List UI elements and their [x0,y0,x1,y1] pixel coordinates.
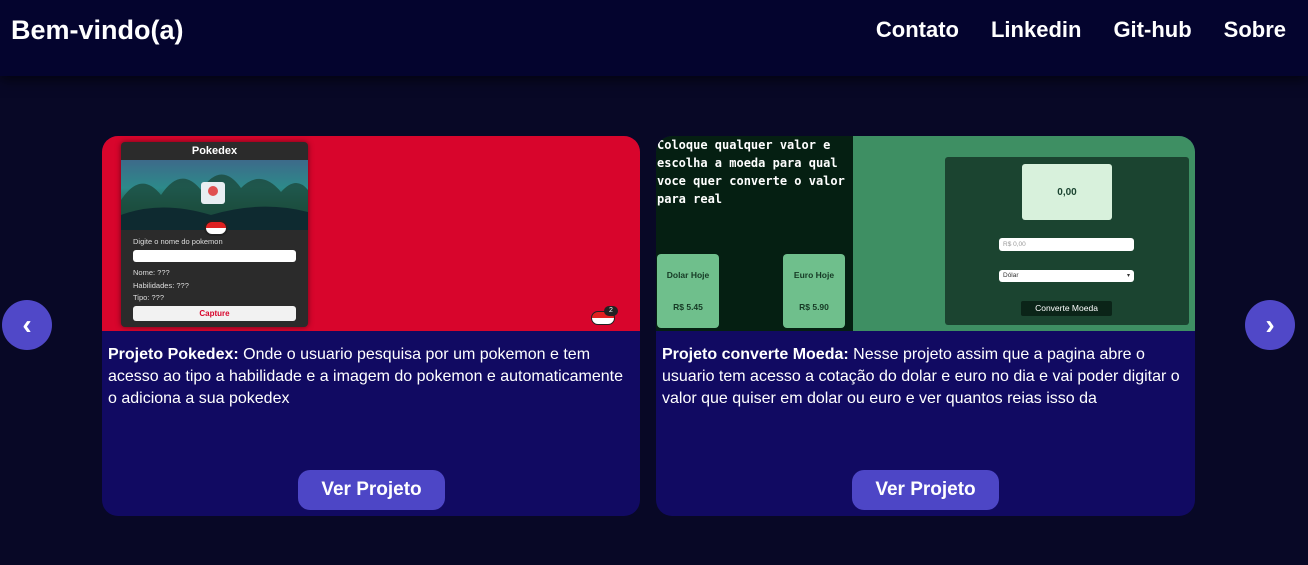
project-description: Projeto Pokedex: Onde o usuario pesquisa… [108,344,632,410]
convert-button-preview: Converte Moeda [1021,301,1112,316]
project-description: Projeto converte Moeda: Nesse projeto as… [662,344,1187,410]
amount-input-preview: R$ 0,00 [999,238,1134,251]
main-nav: Contato Linkedin Git-hub Sobre [876,17,1286,43]
euro-rate-value: R$ 5.90 [799,302,829,312]
project-title: Projeto Pokedex: [108,346,239,363]
project-thumbnail-moeda: Coloque qualquer valor e escolha a moeda… [656,136,1195,331]
converted-result: 0,00 [1022,164,1112,220]
project-card-pokedex: Pokedex Digite o nome do pokemon Nome: ?… [102,136,640,516]
euro-rate-label: Euro Hoje [793,270,835,280]
currency-select-preview: Dólar ▾ [999,270,1134,282]
nav-sobre[interactable]: Sobre [1224,17,1286,43]
pokemon-name-input [133,250,296,262]
dolar-rate-card: Dolar Hoje R$ 5.45 [657,254,719,328]
pokemon-habilidades-label: Habilidades: ??? [133,281,189,290]
nav-contato[interactable]: Contato [876,17,959,43]
dolar-rate-value: R$ 5.45 [673,302,703,312]
ver-projeto-button[interactable]: Ver Projeto [852,470,999,510]
pokedex-count-badge: 2 [591,306,618,325]
ver-projeto-button[interactable]: Ver Projeto [298,470,445,510]
nav-github[interactable]: Git-hub [1113,17,1191,43]
chevron-left-icon: ‹ [22,309,32,340]
nav-linkedin[interactable]: Linkedin [991,17,1081,43]
euro-rate-card: Euro Hoje R$ 5.90 [783,254,845,328]
moeda-intro-text: Coloque qualquer valor e escolha a moeda… [657,138,845,206]
badge-count: 2 [604,306,618,316]
pokeball-icon [204,220,228,236]
chevron-down-icon: ▾ [1126,273,1130,279]
pokedex-app-title: Pokedex [191,145,238,157]
project-title: Projeto converte Moeda: [662,346,849,363]
project-card-moeda: Coloque qualquer valor e escolha a moeda… [656,136,1195,516]
pokedex-app-preview: Pokedex Digite o nome do pokemon Nome: ?… [121,142,308,327]
carousel-prev-button[interactable]: ‹ [2,300,52,350]
project-thumbnail-pokedex: Pokedex Digite o nome do pokemon Nome: ?… [102,136,640,331]
brand-title: Bem-vindo(a) [11,15,184,45]
chevron-right-icon: › [1265,309,1275,340]
pokemon-name-prompt: Digite o nome do pokemon [133,237,223,246]
carousel-next-button[interactable]: › [1245,300,1295,350]
capture-button-preview: Capture [133,306,296,321]
converter-panel: 0,00 R$ 0,00 Dólar ▾ Converte Moeda [945,157,1189,325]
dolar-rate-label: Dolar Hoje [666,270,710,280]
header: Bem-vindo(a) Contato Linkedin Git-hub So… [0,0,1308,76]
pokemon-tipo-label: Tipo: ??? [133,293,164,302]
pokemon-nome-label: Nome: ??? [133,268,170,277]
